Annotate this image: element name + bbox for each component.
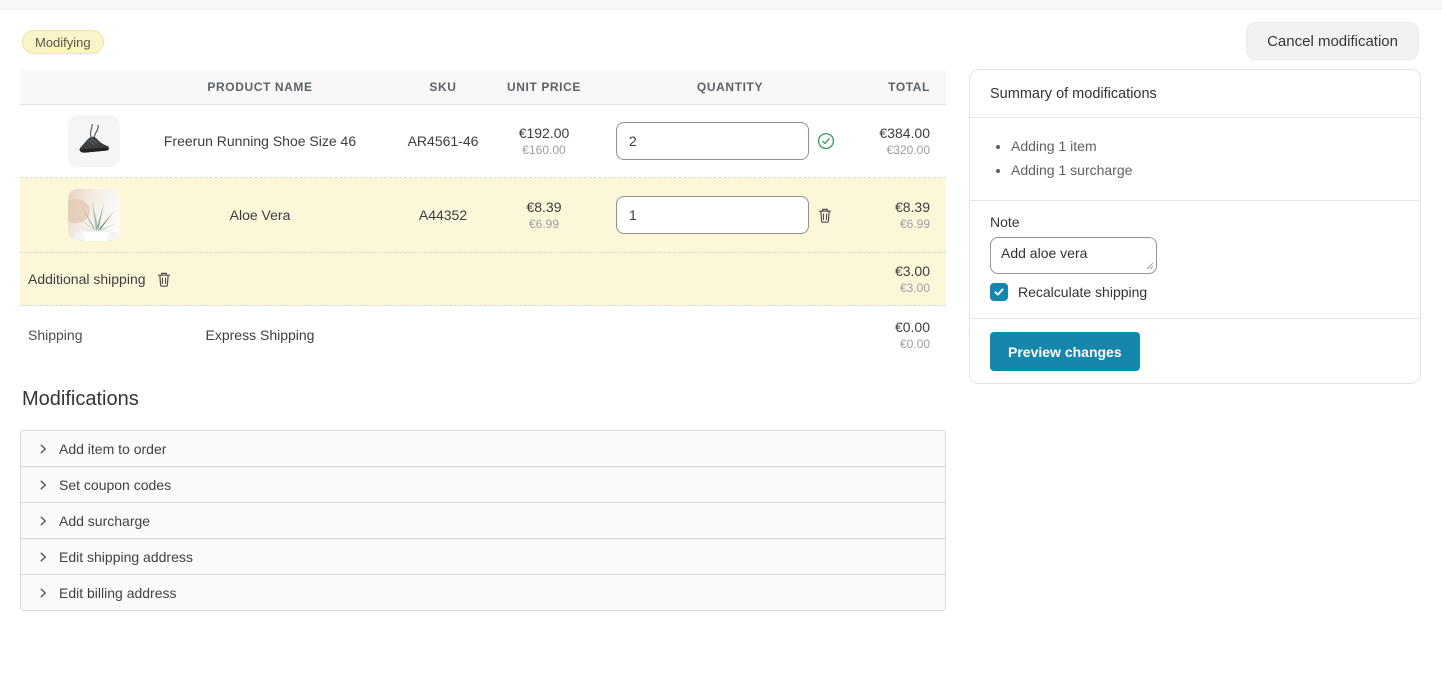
quantity-valid-check-icon <box>817 132 835 150</box>
surcharge-label: Additional shipping <box>20 271 146 287</box>
column-total: TOTAL <box>858 80 946 94</box>
unit-price-original: €160.00 <box>486 143 602 157</box>
chevron-right-icon <box>37 551 49 563</box>
unit-price-original: €6.99 <box>486 217 602 231</box>
aloe-vera-illustration <box>68 189 120 241</box>
accordion-edit-billing-address[interactable]: Edit billing address <box>20 574 946 611</box>
shipping-label: Shipping <box>20 327 120 343</box>
accordion-add-item-to-order[interactable]: Add item to order <box>20 430 946 467</box>
note-label: Note <box>990 214 1400 230</box>
product-name: Freerun Running Shoe Size 46 <box>120 133 400 149</box>
checkbox-checked-icon[interactable] <box>990 283 1008 301</box>
unit-price: €192.00 <box>486 125 602 141</box>
cancel-modification-button[interactable]: Cancel modification <box>1246 22 1419 60</box>
table-row-shipping: Shipping Express Shipping €0.00 €0.00 <box>20 306 946 363</box>
column-unit-price: UNIT PRICE <box>486 80 602 94</box>
table-row-additional-shipping: Additional shipping €3.00 €3.00 <box>20 253 946 306</box>
preview-changes-button[interactable]: Preview changes <box>990 332 1140 371</box>
summary-title: Summary of modifications <box>970 70 1420 117</box>
accordion-label: Add item to order <box>59 441 166 457</box>
remove-surcharge-trash-icon[interactable] <box>156 271 172 288</box>
line-total-original: €6.99 <box>858 217 930 231</box>
shipping-total: €0.00 <box>858 319 930 335</box>
table-header-row: PRODUCT NAME SKU UNIT PRICE QUANTITY TOT… <box>20 70 946 105</box>
summary-bullet: Adding 1 surcharge <box>1011 158 1400 182</box>
column-sku: SKU <box>400 80 486 94</box>
accordion-add-surcharge[interactable]: Add surcharge <box>20 502 946 539</box>
quantity-input[interactable] <box>616 122 809 160</box>
accordion-label: Edit shipping address <box>59 549 193 565</box>
surcharge-total-original: €3.00 <box>895 281 930 295</box>
chevron-right-icon <box>37 587 49 599</box>
accordion-label: Add surcharge <box>59 513 150 529</box>
recalculate-shipping-label: Recalculate shipping <box>1018 284 1147 300</box>
recalculate-shipping-checkbox-row[interactable]: Recalculate shipping <box>990 283 1400 301</box>
unit-price: €8.39 <box>486 199 602 215</box>
line-total: €8.39 <box>858 199 930 215</box>
summary-panel: Summary of modifications Adding 1 item A… <box>969 69 1421 384</box>
product-sku: AR4561-46 <box>400 133 486 149</box>
chevron-right-icon <box>37 479 49 491</box>
table-row-shoe: Freerun Running Shoe Size 46 AR4561-46 €… <box>20 105 946 178</box>
surcharge-total: €3.00 <box>895 263 930 279</box>
accordion-edit-shipping-address[interactable]: Edit shipping address <box>20 538 946 575</box>
summary-bullet-list: Adding 1 item Adding 1 surcharge <box>970 118 1420 200</box>
accordion-label: Edit billing address <box>59 585 177 601</box>
accordion-label: Set coupon codes <box>59 477 171 493</box>
shipping-total-original: €0.00 <box>858 337 930 351</box>
product-sku: A44352 <box>400 207 486 223</box>
order-items-section: PRODUCT NAME SKU UNIT PRICE QUANTITY TOT… <box>20 70 946 611</box>
line-total: €384.00 <box>858 125 930 141</box>
column-product-name: PRODUCT NAME <box>120 80 400 94</box>
quantity-input[interactable] <box>616 196 809 234</box>
line-total-original: €320.00 <box>858 143 930 157</box>
accordion-set-coupon-codes[interactable]: Set coupon codes <box>20 466 946 503</box>
modifications-accordion: Add item to order Set coupon codes Add s… <box>20 430 946 611</box>
note-textarea[interactable]: Add aloe vera <box>990 237 1157 274</box>
table-row-aloe-vera: Aloe Vera A44352 €8.39 €6.99 €8.39 €6.99 <box>20 178 946 253</box>
product-image-shoe <box>68 115 120 167</box>
product-image-aloe <box>68 189 120 241</box>
status-badge: Modifying <box>22 30 104 54</box>
summary-bullet: Adding 1 item <box>1011 134 1400 158</box>
remove-item-trash-icon[interactable] <box>817 207 833 224</box>
column-quantity: QUANTITY <box>602 80 858 94</box>
product-name: Aloe Vera <box>120 207 400 223</box>
top-bar <box>0 0 1442 10</box>
chevron-right-icon <box>37 443 49 455</box>
running-shoe-illustration <box>68 115 120 167</box>
chevron-right-icon <box>37 515 49 527</box>
modifications-heading: Modifications <box>20 388 946 411</box>
shipping-method: Express Shipping <box>120 327 400 343</box>
